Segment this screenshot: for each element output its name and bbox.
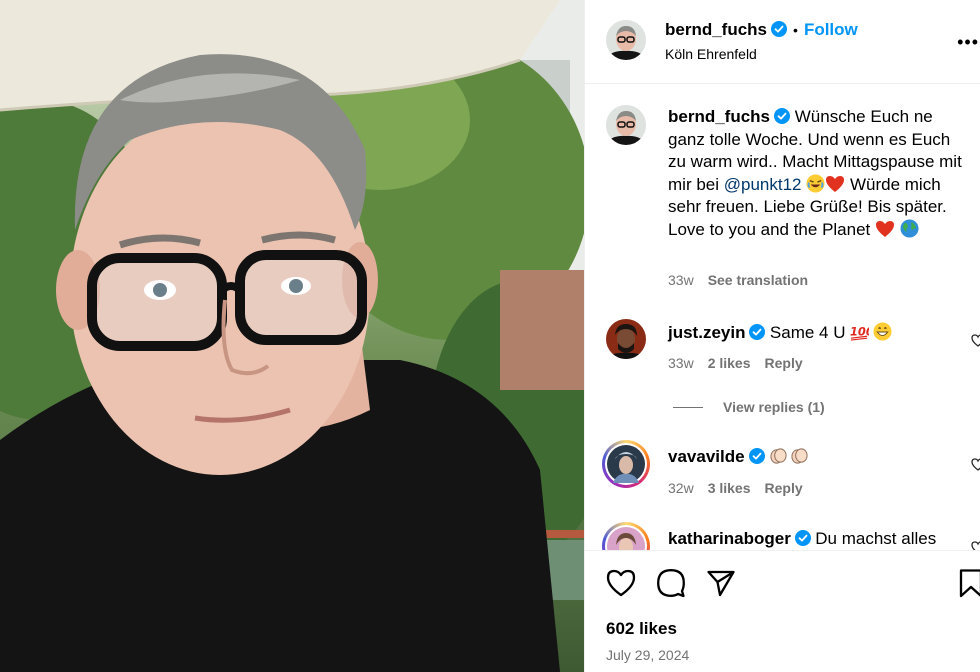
post-location[interactable]: Köln Ehrenfeld <box>665 46 757 62</box>
red-heart-emoji-icon <box>826 175 845 192</box>
comment-avatar-just-zeyin[interactable] <box>606 319 646 359</box>
view-replies-label[interactable]: View replies (1) <box>723 399 825 415</box>
view-replies-button[interactable]: View replies (1) <box>723 399 825 415</box>
globe-emoji-icon <box>900 218 919 238</box>
comment-icon[interactable] <box>656 568 686 598</box>
comment-likes[interactable]: 3 likes <box>708 480 751 496</box>
clapping-hands-emoji-icon <box>770 448 787 464</box>
more-options-icon[interactable]: ••• <box>957 32 979 53</box>
comment-avatar-image <box>607 527 645 550</box>
caption-meta: 33w See translation <box>668 272 808 288</box>
comment-1-meta: 33w 2 likes Reply <box>668 355 803 371</box>
post-date[interactable]: July 29, 2024 <box>606 647 689 663</box>
clapping-hands-emoji-icon <box>791 448 808 464</box>
like-comment-heart-icon[interactable] <box>971 458 980 471</box>
verified-badge-icon <box>749 324 766 340</box>
selfie-image <box>0 0 584 672</box>
red-heart-emoji-icon <box>876 220 894 237</box>
comment-2-meta: 32w 3 likes Reply <box>668 480 803 496</box>
verified-badge-icon <box>748 448 765 464</box>
comment-text: Same 4 U <box>769 323 846 342</box>
comment-time[interactable]: 33w <box>668 355 694 371</box>
author-avatar-image <box>606 20 646 60</box>
comment-text: Du machst alles <box>815 529 937 548</box>
comment-username[interactable]: katharinaboger <box>668 529 791 548</box>
comment-2-line: vavavilde <box>668 446 809 467</box>
comment-username[interactable]: just.zeyin <box>668 323 745 342</box>
grinning-emoji-icon <box>873 322 892 341</box>
comments-section[interactable]: bernd_fuchs Wünsche Euch ne ganz tolle W… <box>585 84 980 550</box>
post-likes-count[interactable]: 602 likes <box>606 619 677 639</box>
comment-time[interactable]: 32w <box>668 480 694 496</box>
post-header: bernd_fuchs • Follow Köln Ehrenfeld ••• <box>585 0 980 84</box>
share-icon[interactable] <box>706 568 736 598</box>
post-details-panel: bernd_fuchs • Follow Köln Ehrenfeld ••• be… <box>584 0 980 672</box>
author-username[interactable]: bernd_fuchs <box>665 20 767 39</box>
post-actions: 602 likes July 29, 2024 <box>585 550 980 672</box>
author-line: bernd_fuchs • Follow <box>665 20 858 40</box>
caption-mention-link[interactable]: @punkt12 <box>724 175 802 194</box>
bookmark-icon[interactable] <box>958 568 980 598</box>
caption-username[interactable]: bernd_fuchs <box>668 107 770 126</box>
comment-avatar-image <box>607 445 645 483</box>
reply-button[interactable]: Reply <box>765 480 803 496</box>
comment-avatar-katharinaboger[interactable] <box>602 522 650 550</box>
reply-button[interactable]: Reply <box>765 355 803 371</box>
comment-username[interactable]: vavavilde <box>668 447 745 466</box>
follow-button[interactable]: Follow <box>804 20 858 39</box>
comment-1-line: just.zeyin Same 4 U 100 <box>668 322 892 343</box>
verified-badge-icon <box>771 21 788 37</box>
see-translation-link[interactable]: See translation <box>708 272 808 288</box>
comment-avatar-vavavilde[interactable] <box>602 440 650 488</box>
comment-3-line: katharinaboger Du machst alles <box>668 529 936 549</box>
author-avatar[interactable] <box>606 20 646 60</box>
post-caption: bernd_fuchs Wünsche Euch ne ganz tolle W… <box>668 106 968 241</box>
comment-likes[interactable]: 2 likes <box>708 355 751 371</box>
caption-author-avatar[interactable] <box>606 105 646 145</box>
verified-badge-icon <box>794 530 811 546</box>
separator-dot: • <box>793 22 798 38</box>
laughing-emoji-icon <box>806 173 825 193</box>
post-photo[interactable] <box>0 0 584 672</box>
verified-badge-icon <box>774 108 791 124</box>
caption-avatar-image <box>606 105 646 145</box>
like-comment-heart-icon[interactable] <box>971 334 980 347</box>
heart-icon[interactable] <box>606 569 636 597</box>
caption-time[interactable]: 33w <box>668 272 694 288</box>
like-comment-heart-icon[interactable] <box>971 541 980 550</box>
hundred-points-emoji-icon: 100 <box>850 324 869 341</box>
comment-avatar-image <box>606 319 646 359</box>
view-replies-line <box>673 407 703 408</box>
